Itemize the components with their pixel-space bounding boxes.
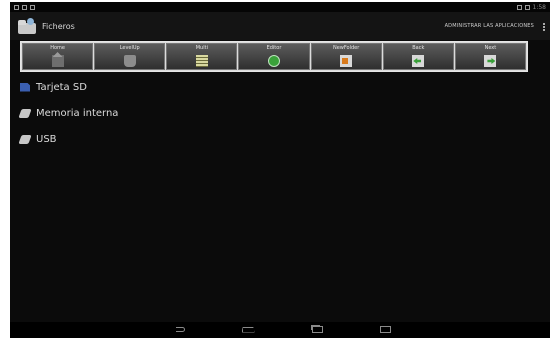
wifi-icon [516, 4, 522, 10]
navigation-bar [10, 322, 550, 338]
levelup-icon [123, 55, 136, 67]
action-bar: Ficheros ADMINISTRAR LAS APLICACIONES [10, 12, 550, 40]
screenshot-icon [379, 326, 391, 333]
next-button-label: Next [484, 45, 497, 51]
back-icon [412, 55, 425, 67]
usb-icon [18, 134, 32, 144]
editor-button[interactable]: Editor [238, 43, 310, 70]
notification-icons [10, 4, 39, 10]
editor-button-label: Editor [266, 45, 282, 51]
app-title: Ficheros [42, 21, 75, 31]
nav-screenshot-button[interactable] [378, 325, 392, 334]
battery-icon [524, 4, 530, 10]
storage-item-usb[interactable]: USB [18, 126, 118, 152]
back-button[interactable]: Back [382, 43, 454, 70]
new-folder-icon [340, 55, 353, 67]
folder-app-icon[interactable] [16, 17, 38, 35]
storage-item-label: USB [36, 133, 57, 145]
storage-item-label: Tarjeta SD [36, 81, 87, 93]
internal-memory-icon [18, 108, 32, 118]
levelup-button-label: LevelUp [119, 45, 140, 51]
storage-item-sd-card[interactable]: Tarjeta SD [20, 74, 118, 100]
tablet-screen: 1:58 Ficheros ADMINISTRAR LAS APLICACION… [10, 2, 550, 338]
back-icon [175, 327, 185, 332]
home-icon [51, 55, 64, 67]
next-icon [484, 55, 497, 67]
next-button[interactable]: Next [454, 43, 526, 70]
overflow-menu-icon[interactable] [543, 23, 545, 31]
back-button-label: Back [412, 45, 425, 51]
notification-icon [14, 4, 19, 10]
home-button[interactable]: Home [22, 43, 94, 70]
home-button-label: Home [50, 45, 65, 51]
new-folder-button-label: NewFolder [332, 45, 360, 51]
storage-item-label: Memoria interna [36, 107, 119, 119]
sd-card-icon [20, 82, 30, 92]
storage-item-internal-memory[interactable]: Memoria interna [18, 100, 119, 126]
file-toolbar: Home LevelUp Multi Editor NewFolder Back… [20, 41, 528, 72]
manage-apps-button[interactable]: ADMINISTRAR LAS APLICACIONES [445, 23, 534, 29]
nav-recent-apps-button[interactable] [310, 325, 324, 334]
levelup-button[interactable]: LevelUp [94, 43, 166, 70]
system-icons: 1:58 [513, 4, 550, 11]
notification-icon [22, 4, 27, 10]
clock: 1:58 [532, 3, 546, 11]
editor-icon [267, 55, 280, 67]
nav-home-button[interactable] [240, 325, 256, 334]
home-icon [241, 326, 255, 333]
storage-list: Tarjeta SD Memoria interna USB [18, 74, 119, 152]
recent-apps-icon [311, 326, 323, 333]
status-bar: 1:58 [10, 2, 550, 12]
notification-icon [30, 4, 35, 10]
multi-select-icon [195, 55, 208, 67]
multi-button-label: Multi [195, 45, 208, 51]
new-folder-button[interactable]: NewFolder [310, 43, 382, 70]
nav-back-button[interactable] [173, 325, 187, 334]
multi-button[interactable]: Multi [166, 43, 238, 70]
